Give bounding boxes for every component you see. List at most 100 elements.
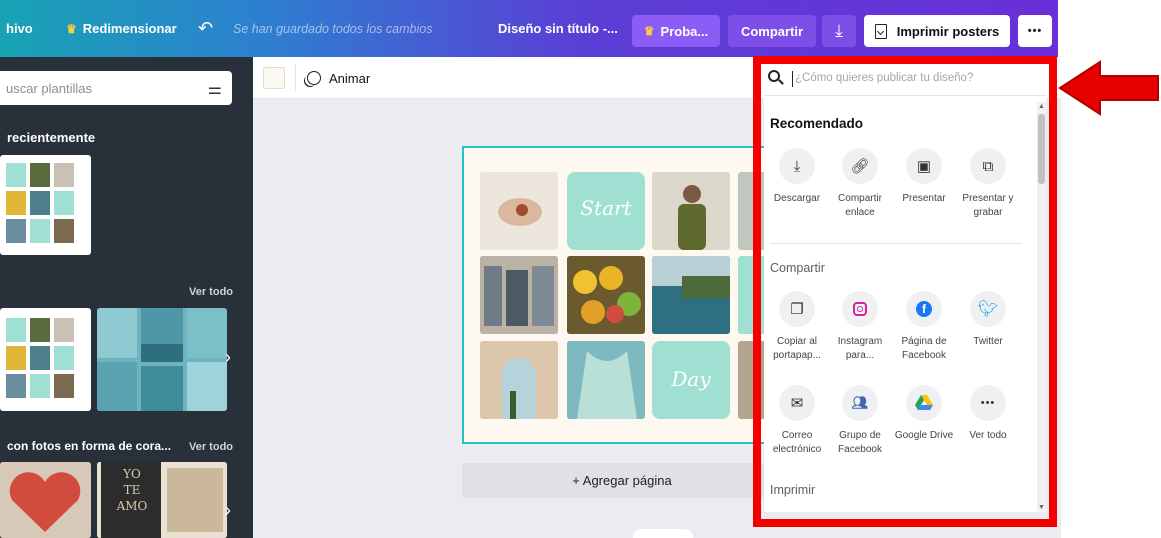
more-icon: ••• [1027, 25, 1043, 37]
photo-tile[interactable] [567, 341, 645, 419]
copy-clipboard-label: Copiar al portapap... [773, 336, 821, 361]
amo-text: AMO [116, 499, 148, 513]
email-option[interactable]: ✉ Correo electrónico [765, 385, 829, 457]
file-menu[interactable]: hivo [6, 0, 33, 57]
link-icon: 🔗︎ [842, 148, 878, 184]
download-option-label: Descargar [773, 193, 821, 204]
background-color-swatch[interactable] [263, 67, 285, 89]
share-link-option-label: Compartir enlace [838, 193, 882, 218]
email-icon: ✉ [779, 385, 815, 421]
try-pro-button[interactable]: ♛ Proba... [632, 15, 720, 47]
add-page-label: + Agregar página [572, 473, 672, 488]
present-option[interactable]: ▣ Presentar [892, 148, 956, 206]
template-thumbnail[interactable] [0, 308, 91, 411]
crown-icon: ♛ [66, 21, 77, 36]
download-button[interactable]: ⤓ [822, 15, 856, 47]
design-page[interactable]: Start Day [462, 146, 782, 444]
section-divider [770, 243, 1022, 244]
recent-section-title: recientemente [7, 130, 96, 145]
zoom-pill[interactable] [633, 529, 693, 538]
day-tile[interactable]: Day [652, 341, 730, 419]
red-arrow-annotation [1058, 60, 1159, 116]
yo-text: YO [123, 467, 141, 481]
present-icon: ▣ [906, 148, 942, 184]
present-record-option[interactable]: ⧉ Presentar y grabar [956, 148, 1020, 220]
facebook-group-option[interactable]: 👥︎ Grupo de Facebook [828, 385, 892, 457]
print-posters-button[interactable]: Imprimir posters [864, 15, 1010, 47]
photo-tile[interactable] [652, 256, 730, 334]
instagram-option[interactable]: Instagram para... [828, 291, 892, 363]
photo-tile[interactable] [567, 256, 645, 334]
facebook-icon: f [906, 291, 942, 327]
te-text: TE [123, 483, 141, 497]
chevron-right-icon[interactable]: › [225, 500, 231, 521]
instagram-label: Instagram para... [837, 336, 883, 361]
text-caret [792, 71, 793, 87]
animate-button[interactable]: Animar [307, 67, 370, 89]
undo-icon: ↶ [198, 18, 214, 38]
copy-clipboard-option[interactable]: ❐ Copiar al portapap... [765, 291, 829, 363]
dress-photo [567, 341, 645, 419]
twitter-option[interactable]: 🐦︎ Twitter [956, 291, 1020, 349]
see-all-link[interactable]: Ver todo [189, 286, 233, 298]
save-status: Se han guardado todos los cambios [233, 21, 433, 36]
present-option-label: Presentar [902, 193, 946, 204]
add-page-button[interactable]: + Agregar página [462, 463, 782, 498]
toolbar-divider [295, 65, 296, 91]
download-option[interactable]: ⤓ Descargar [765, 148, 829, 206]
share-button[interactable]: Compartir [728, 15, 816, 47]
beach-thumbnail-image [97, 308, 227, 411]
google-drive-option[interactable]: Google Drive [892, 385, 956, 443]
woman-photo [652, 172, 730, 250]
scrollbar-thumb[interactable] [1038, 114, 1045, 184]
start-text: Start [580, 196, 632, 220]
template-search-input[interactable]: uscar plantillas ⚌ [0, 71, 232, 105]
facebook-group-label: Grupo de Facebook [838, 430, 882, 455]
start-tile[interactable]: Start [567, 172, 645, 250]
photo-tile[interactable] [480, 256, 558, 334]
hands-photo [480, 172, 558, 250]
share-link-option[interactable]: 🔗︎ Compartir enlace [828, 148, 892, 220]
search-icon-handle [778, 79, 784, 85]
beach-template-thumbnail[interactable] [97, 308, 227, 411]
download-icon: ⤓ [835, 21, 843, 40]
building-photo [480, 256, 558, 334]
scroll-up-arrow[interactable]: ▲ [1038, 103, 1045, 110]
canva-editor-screen: hivo ♛ Redimensionar ↶ Se han guardado to… [0, 0, 1161, 538]
share-label: Compartir [740, 23, 804, 39]
filter-icon[interactable]: ⚌ [208, 79, 222, 99]
download-icon: ⤓ [779, 148, 815, 184]
see-all-option[interactable]: ••• Ver todo [956, 385, 1020, 443]
try-pro-label: Proba... [660, 23, 709, 39]
undo-button[interactable]: ↶ [198, 0, 213, 57]
recent-template-thumbnail[interactable] [0, 155, 91, 255]
love-template-thumbnail[interactable]: YO TE AMO [97, 462, 227, 538]
section-title: con fotos en forma de cora... [7, 439, 172, 453]
photo-tile[interactable] [480, 172, 558, 250]
resize-label: Redimensionar [82, 21, 177, 36]
collage-thumbnail-image [6, 318, 74, 398]
publish-search-input[interactable]: ¿Cómo quieres publicar tu diseño? [764, 62, 1046, 96]
poster-icon [874, 23, 887, 39]
resize-button[interactable]: ♛ Redimensionar [66, 0, 177, 57]
fruit-photo [567, 256, 645, 334]
print-section-title: Imprimir [770, 483, 816, 497]
template-search-placeholder: uscar plantillas [6, 80, 92, 96]
google-drive-label: Google Drive [894, 430, 954, 441]
see-all-link[interactable]: Ver todo [189, 441, 233, 453]
document-title[interactable]: Diseño sin título -... [498, 0, 618, 57]
instagram-icon [842, 291, 878, 327]
photo-tile[interactable] [652, 172, 730, 250]
arch-photo [480, 341, 558, 419]
scroll-down-arrow[interactable]: ▼ [1038, 504, 1045, 511]
copy-icon: ❐ [779, 291, 815, 327]
facebook-page-option[interactable]: f Página de Facebook [892, 291, 956, 363]
share-section-title: Compartir [770, 261, 825, 275]
more-options-button[interactable]: ••• [1018, 15, 1052, 47]
chevron-right-icon[interactable]: › [225, 347, 231, 368]
collage-thumbnail-image [6, 163, 74, 243]
photo-tile[interactable] [480, 341, 558, 419]
facebook-group-icon: 👥︎ [842, 385, 878, 421]
publish-search-placeholder: ¿Cómo quieres publicar tu diseño? [795, 72, 974, 84]
heart-template-thumbnail[interactable] [0, 462, 91, 538]
